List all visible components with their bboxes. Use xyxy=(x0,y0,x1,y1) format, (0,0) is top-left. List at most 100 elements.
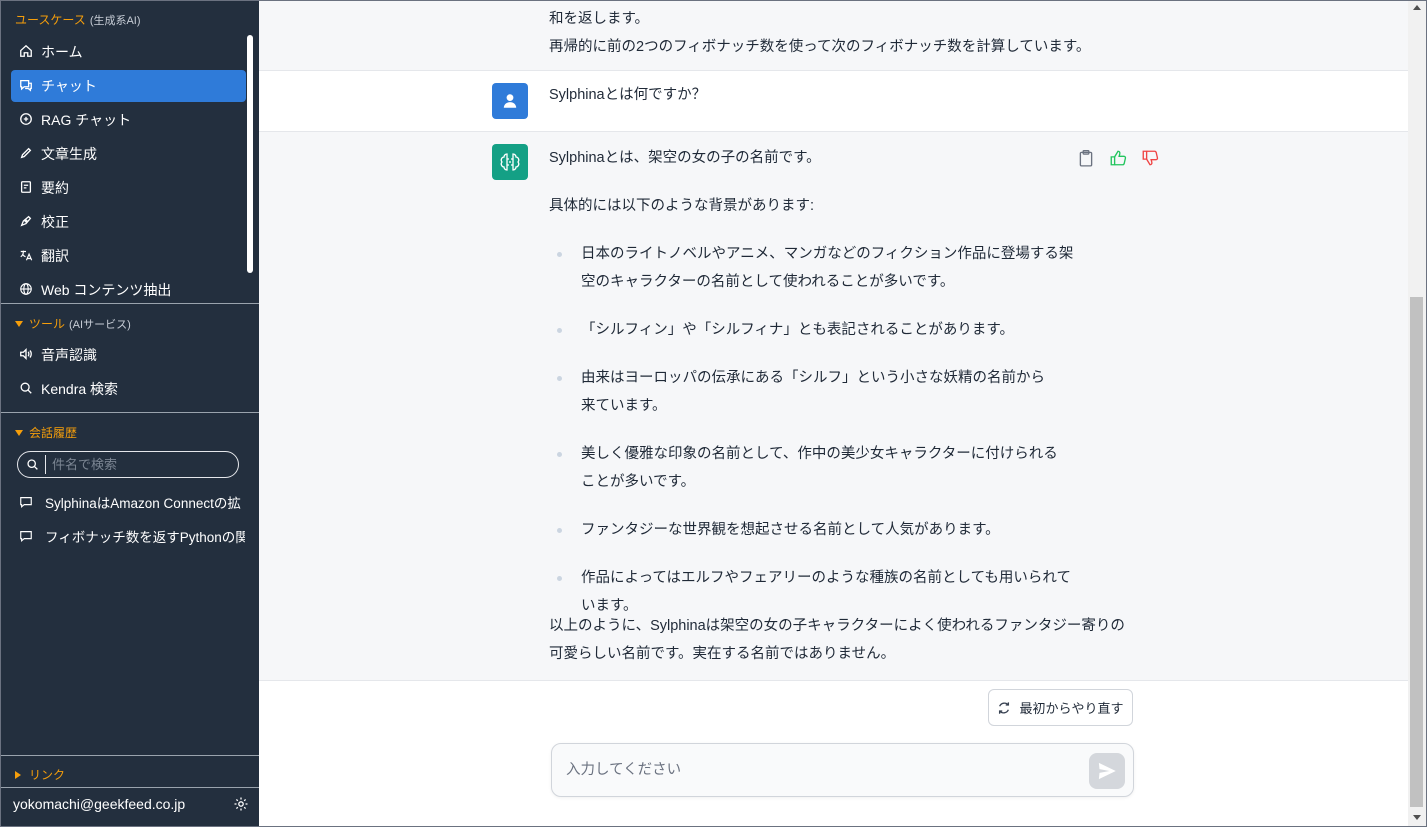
home-icon xyxy=(19,44,33,61)
nav-label: 翻訳 xyxy=(41,248,69,264)
nav-item-kendra-search[interactable]: Kendra 検索 xyxy=(11,373,246,405)
nav-item-chat[interactable]: チャット xyxy=(11,70,246,102)
comment-icon xyxy=(20,531,32,543)
speaker-icon xyxy=(19,347,33,364)
nav-item-text-generation[interactable]: 文章生成 xyxy=(11,138,246,170)
bot-conclusion-text: 可愛らしい名前です。実在する名前ではありません。 xyxy=(549,646,896,662)
restart-button-label: 最初からやり直す xyxy=(1019,701,1124,716)
rag-chat-icon xyxy=(19,112,33,129)
tools-section-title[interactable]: ツール (AIサービス) xyxy=(15,315,131,332)
bullet-dot xyxy=(557,328,562,333)
user-icon xyxy=(503,94,517,108)
nav-label: 文章生成 xyxy=(41,146,97,162)
usecase-subtitle: (生成系AI) xyxy=(89,14,141,27)
bullet-item: 由来はヨーロッパの伝承にある「シルフ」という小さな妖精の名前から来ています。 xyxy=(581,370,1045,414)
brain-icon xyxy=(500,153,520,171)
bullet-dot xyxy=(557,452,562,457)
link-title: リンク xyxy=(29,768,66,782)
clipboard-icon[interactable] xyxy=(1077,149,1095,167)
nav-label: Kendra 検索 xyxy=(41,381,119,397)
nav-label: ホーム xyxy=(41,44,83,60)
bullet-item: 「シルフィン」や「シルフィナ」とも表記されることがあります。 xyxy=(581,322,1014,338)
pencil-icon xyxy=(19,146,33,163)
nav-label: 音声認識 xyxy=(41,347,97,363)
page-scrollbar-thumb[interactable] xyxy=(1410,297,1423,807)
prev-message-line: 再帰的に前の2つのフィボナッチ数を使って次のフィボナッチ数を計算しています。 xyxy=(549,39,1091,55)
search-separator xyxy=(45,455,46,474)
history-title: 会話履歴 xyxy=(29,426,78,440)
summary-icon xyxy=(19,180,33,197)
history-item-label: フィボナッチ数を返すPythonの関数 xyxy=(45,530,245,545)
bot-conclusion-text: 以上のように、Sylphinaは架空の女の子キャラクターによく使われるファンタジ… xyxy=(549,618,1125,634)
translate-icon xyxy=(19,248,33,265)
user-row: yokomachi@geekfeed.co.jp xyxy=(13,796,249,812)
link-section-title[interactable]: リンク xyxy=(15,766,65,783)
comment-icon xyxy=(20,497,32,509)
history-item[interactable]: フィボナッチ数を返すPythonの関数 xyxy=(19,524,245,548)
tools-subtitle: (AIサービス) xyxy=(69,318,131,331)
nav-item-web-extract[interactable]: Web コンテンツ抽出 xyxy=(11,274,246,303)
nav-item-translate[interactable]: 翻訳 xyxy=(11,240,246,272)
bot-avatar xyxy=(492,144,528,180)
user-avatar xyxy=(492,83,528,119)
thumbs-down-icon[interactable] xyxy=(1141,149,1159,167)
pen-icon xyxy=(19,214,33,231)
send-button[interactable] xyxy=(1089,753,1125,789)
prev-bot-message: 和を返します。 再帰的に前の2つのフィボナッチ数を使って次のフィボナッチ数を計算… xyxy=(259,1,1408,70)
nav-label: 要約 xyxy=(41,180,69,196)
search-icon xyxy=(27,459,38,470)
message-actions xyxy=(1077,149,1159,167)
usecase-title: ユースケース xyxy=(15,13,86,27)
chat-input-box xyxy=(551,743,1134,797)
sidebar-divider xyxy=(1,787,259,788)
user-message: Sylphinaとは何ですか？ xyxy=(259,71,1408,131)
usecase-section-title: ユースケース (生成系AI) xyxy=(15,11,141,28)
bullet-dot xyxy=(557,252,562,257)
nav-item-summary[interactable]: 要約 xyxy=(11,172,246,204)
caret-right-icon xyxy=(15,770,21,779)
sidebar: ユースケース (生成系AI) ホーム チャット RAG チャット 文章生成 要約… xyxy=(1,1,259,826)
gear-icon[interactable] xyxy=(233,796,249,812)
globe-icon xyxy=(19,282,33,299)
history-item[interactable]: SylphinaはAmazon Connectの拡 xyxy=(19,490,245,514)
nav-item-speech-recognition[interactable]: 音声認識 xyxy=(11,339,246,371)
chat-icon xyxy=(19,78,33,95)
sidebar-divider xyxy=(1,755,259,756)
bullet-item: 日本のライトノベルやアニメ、マンガなどのフィクション作品に登場する架空のキャラク… xyxy=(581,246,1074,290)
sidebar-scrollbar[interactable] xyxy=(247,35,253,273)
refresh-icon xyxy=(999,701,1010,714)
history-section-title[interactable]: 会話履歴 xyxy=(15,424,77,441)
bullet-dot xyxy=(557,528,562,533)
nav-label: Web コンテンツ抽出 xyxy=(41,282,172,298)
message-divider xyxy=(259,680,1408,681)
thumbs-up-icon[interactable] xyxy=(1109,149,1127,167)
bullet-dot xyxy=(557,576,562,581)
sidebar-divider xyxy=(1,303,259,304)
usecase-nav: ユースケース (生成系AI) ホーム チャット RAG チャット 文章生成 要約… xyxy=(1,1,259,303)
scroll-down-icon[interactable] xyxy=(1413,815,1421,820)
nav-label: チャット xyxy=(41,78,97,94)
nav-item-home[interactable]: ホーム xyxy=(11,36,246,68)
bot-lead-text: 具体的には以下のような背景があります: xyxy=(549,198,815,214)
bullet-item: ファンタジーな世界観を想起させる名前として人気があります。 xyxy=(581,522,1000,538)
user-message-text: Sylphinaとは何ですか？ xyxy=(549,87,707,103)
bullet-dot xyxy=(557,376,562,381)
user-email: yokomachi@geekfeed.co.jp xyxy=(13,796,186,812)
nav-item-rag-chat[interactable]: RAG チャット xyxy=(11,104,246,136)
nav-item-proofread[interactable]: 校正 xyxy=(11,206,246,238)
restart-button[interactable]: 最初からやり直す xyxy=(988,689,1133,726)
history-item-label: SylphinaはAmazon Connectの拡 xyxy=(45,496,241,511)
history-search-input[interactable] xyxy=(52,457,222,472)
nav-label: RAG チャット xyxy=(41,112,132,128)
chat-input[interactable] xyxy=(566,759,1066,781)
sidebar-divider xyxy=(1,412,259,413)
bullet-item: 美しく優雅な印象の名前として、作中の美少女キャラクターに付けられることが多いです… xyxy=(581,446,1058,490)
search-icon xyxy=(19,381,33,398)
prev-message-line: 和を返します。 xyxy=(549,11,650,27)
history-search-box xyxy=(17,451,239,478)
send-icon xyxy=(1098,762,1116,780)
nav-label: 校正 xyxy=(41,214,69,230)
scroll-up-icon[interactable] xyxy=(1413,5,1421,10)
bot-intro-text: Sylphinaとは、架空の女の子の名前です。 xyxy=(549,150,821,166)
chat-main: 和を返します。 再帰的に前の2つのフィボナッチ数を使って次のフィボナッチ数を計算… xyxy=(259,1,1408,826)
